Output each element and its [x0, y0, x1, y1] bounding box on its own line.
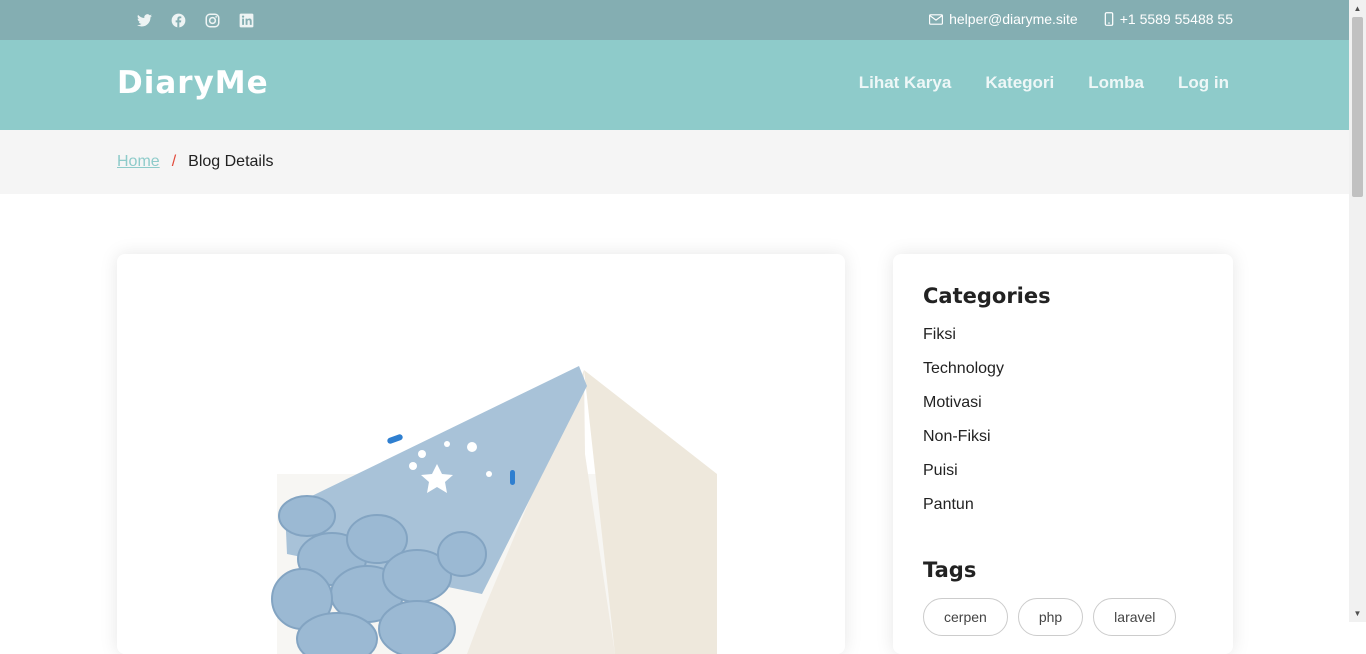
tag-php[interactable]: php [1017, 598, 1084, 636]
site-logo[interactable]: DiaryMe [117, 65, 269, 101]
social-links [135, 11, 255, 29]
category-item-puisi[interactable]: Puisi [923, 462, 1004, 496]
phone-contact[interactable]: +1 5589 55488 55 [1104, 11, 1233, 27]
envelope-icon [929, 13, 944, 25]
linkedin-icon[interactable] [237, 11, 255, 29]
categories-title: Categories [923, 284, 1051, 308]
tag-laravel[interactable]: laravel [1093, 598, 1177, 636]
category-item-non-fiksi[interactable]: Non-Fiksi [923, 428, 1004, 462]
page-scrollbar[interactable]: ▲ ▼ [1349, 0, 1366, 622]
breadcrumb: Home / Blog Details [0, 130, 1349, 194]
breadcrumb-home-link[interactable]: Home [117, 153, 160, 171]
breadcrumb-current: Blog Details [188, 153, 274, 170]
scroll-up-arrow-icon[interactable]: ▲ [1349, 0, 1366, 17]
nav-lihat-karya[interactable]: Lihat Karya [859, 73, 952, 93]
instagram-icon[interactable] [203, 11, 221, 29]
scrollbar-thumb[interactable] [1352, 17, 1363, 197]
category-item-technology[interactable]: Technology [923, 360, 1004, 394]
nav-lomba[interactable]: Lomba [1088, 73, 1144, 93]
tag-cerpen[interactable]: cerpen [923, 598, 1008, 636]
contact-info: helper@diaryme.site +1 5589 55488 55 [929, 11, 1233, 27]
category-item-motivasi[interactable]: Motivasi [923, 394, 1004, 428]
blog-post-image [117, 254, 845, 654]
phone-text: +1 5589 55488 55 [1119, 11, 1233, 27]
top-bar: helper@diaryme.site +1 5589 55488 55 [0, 0, 1349, 40]
email-text: helper@diaryme.site [949, 11, 1078, 27]
category-item-fiksi[interactable]: Fiksi [923, 326, 1004, 360]
tags-title: Tags [923, 558, 977, 582]
twitter-icon[interactable] [135, 11, 153, 29]
tags-list: cerpen php laravel [923, 598, 1177, 636]
sidebar: Categories Fiksi Technology Motivasi Non… [893, 254, 1233, 654]
category-item-pantun[interactable]: Pantun [923, 496, 1004, 530]
nav-kategori[interactable]: Kategori [985, 73, 1054, 93]
blog-post-card [117, 254, 845, 654]
phone-icon [1104, 12, 1114, 26]
nav-log-in[interactable]: Log in [1178, 73, 1229, 93]
breadcrumb-separator: / [171, 153, 177, 170]
facebook-icon[interactable] [169, 11, 187, 29]
categories-list: Fiksi Technology Motivasi Non-Fiksi Puis… [923, 326, 1004, 530]
site-header: DiaryMe Lihat Karya Kategori Lomba Log i… [0, 40, 1349, 130]
main-nav: Lihat Karya Kategori Lomba Log in [859, 73, 1229, 93]
email-contact[interactable]: helper@diaryme.site [929, 11, 1078, 27]
scroll-down-arrow-icon[interactable]: ▼ [1349, 605, 1366, 622]
